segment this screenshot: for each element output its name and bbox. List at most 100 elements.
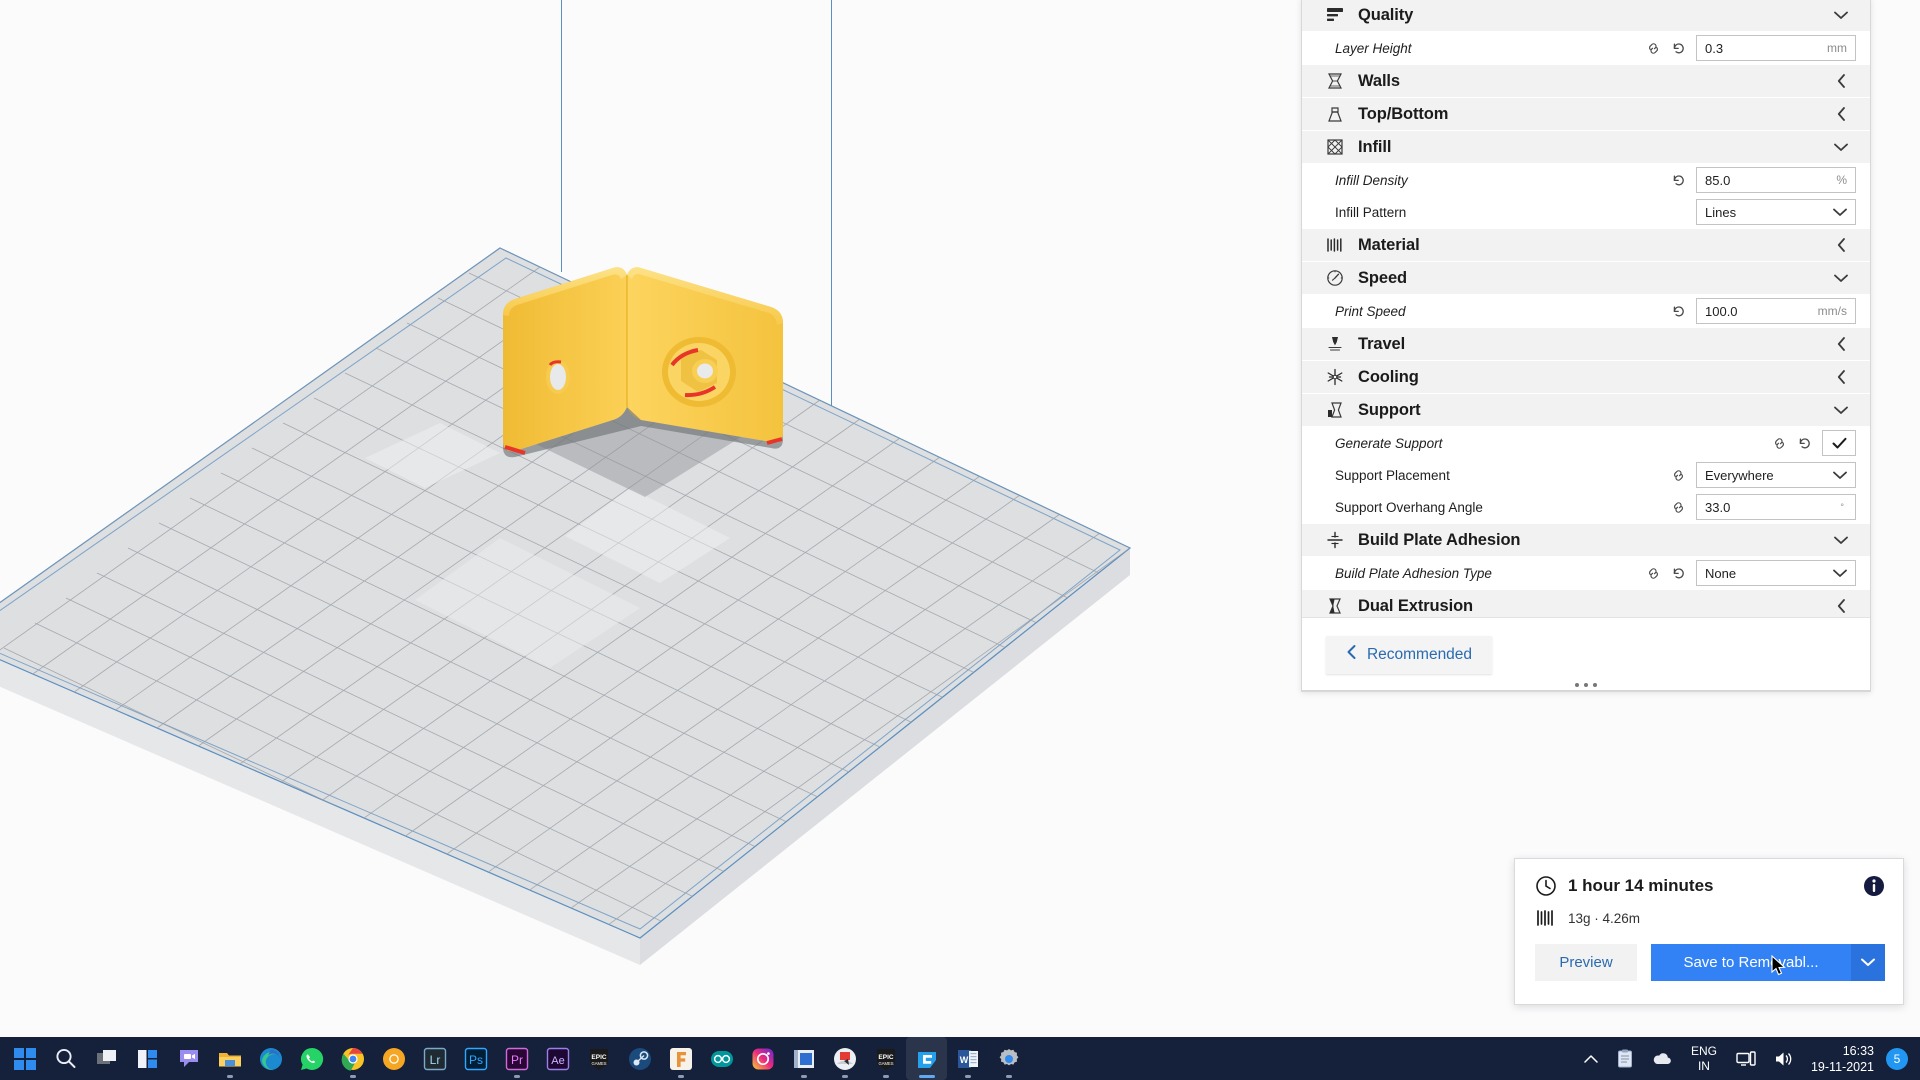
- revert-icon[interactable]: [1671, 566, 1686, 581]
- chevron-down-icon[interactable]: [1832, 531, 1850, 549]
- settings-category-material[interactable]: Material: [1302, 229, 1870, 261]
- taskbar-microsoft-edge-icon[interactable]: [250, 1037, 291, 1080]
- settings-category-build_plate_adhesion[interactable]: Build Plate Adhesion: [1302, 524, 1870, 556]
- setting-icons: [1646, 41, 1686, 56]
- revert-icon[interactable]: [1671, 41, 1686, 56]
- taskbar-task-view-icon[interactable]: [86, 1037, 127, 1080]
- l-bracket-model[interactable]: [495, 255, 805, 505]
- taskbar-search-icon[interactable]: [45, 1037, 86, 1080]
- save-to-removable-drive-button[interactable]: Save to Removabl...: [1651, 944, 1851, 981]
- taskbar-instagram-icon[interactable]: [742, 1037, 783, 1080]
- layer_height-value: 0.3: [1705, 40, 1724, 56]
- generate_support-checkbox[interactable]: [1822, 430, 1856, 456]
- infill_pattern-select[interactable]: Lines: [1696, 199, 1856, 225]
- link-icon[interactable]: [1772, 436, 1787, 451]
- tray-overflow-button[interactable]: [1575, 1037, 1607, 1080]
- chevron-down-icon[interactable]: [1832, 401, 1850, 419]
- save-options-dropdown-button[interactable]: [1851, 944, 1885, 981]
- setting-label: Layer Height: [1335, 40, 1412, 56]
- link-icon[interactable]: [1671, 468, 1686, 483]
- taskbar-ultimaker-cura-icon[interactable]: [906, 1037, 947, 1080]
- taskbar-adobe-after-effects-icon[interactable]: Ae: [537, 1037, 578, 1080]
- settings-scroll-area[interactable]: Quality Layer Height 0.3 mm Walls Top/Bottom I…: [1302, 0, 1870, 617]
- revert-icon[interactable]: [1671, 304, 1686, 319]
- clock-date-button[interactable]: 16:33 19-11-2021: [1803, 1043, 1886, 1075]
- taskbar-microsoft-word-icon[interactable]: W: [947, 1037, 988, 1080]
- taskbar-steam-icon[interactable]: [619, 1037, 660, 1080]
- material-usage-row: 13g · 4.26m: [1535, 908, 1885, 928]
- taskbar-whatsapp-icon[interactable]: [291, 1037, 332, 1080]
- svg-text:EPIC: EPIC: [878, 1054, 893, 1061]
- svg-text:Pr: Pr: [511, 1053, 523, 1067]
- revert-icon[interactable]: [1797, 436, 1812, 451]
- support_overhang_angle-input[interactable]: 33.0 °: [1696, 494, 1856, 520]
- layer_height-input[interactable]: 0.3 mm: [1696, 35, 1856, 61]
- volume-icon[interactable]: [1765, 1037, 1803, 1080]
- chevron-left-icon[interactable]: [1832, 105, 1850, 123]
- network-icon[interactable]: [1727, 1037, 1765, 1080]
- settings-category-dual_extrusion[interactable]: Dual Extrusion: [1302, 590, 1870, 617]
- tray-date: 19-11-2021: [1810, 1059, 1874, 1074]
- chevron-down-icon[interactable]: [1832, 138, 1850, 156]
- taskbar-fusion-360-icon[interactable]: [660, 1037, 701, 1080]
- settings-category-quality[interactable]: Quality: [1302, 0, 1870, 31]
- settings-category-top_bottom[interactable]: Top/Bottom: [1302, 98, 1870, 130]
- category-label: Top/Bottom: [1358, 104, 1449, 123]
- chevron-down-icon[interactable]: [1832, 269, 1850, 287]
- taskbar-epic-games-icon[interactable]: EPIC GAMES: [578, 1037, 619, 1080]
- taskbar-epic-games-launcher-icon[interactable]: EPIC GAMES: [865, 1037, 906, 1080]
- taskbar-movies-tv-icon[interactable]: [783, 1037, 824, 1080]
- onedrive-icon[interactable]: [1643, 1037, 1681, 1080]
- chevron-left-icon[interactable]: [1832, 335, 1850, 353]
- taskbar-chromium-icon[interactable]: [373, 1037, 414, 1080]
- taskbar-adobe-photoshop-icon[interactable]: Ps: [455, 1037, 496, 1080]
- setting-row-layer_height: Layer Height 0.3 mm: [1302, 32, 1870, 64]
- settings-category-support[interactable]: Support: [1302, 394, 1870, 426]
- chevron-left-icon[interactable]: [1832, 597, 1850, 615]
- setting-row-generate_support: Generate Support: [1302, 427, 1870, 459]
- infill-icon: [1322, 134, 1348, 160]
- taskbar-snipping-tool-icon[interactable]: [824, 1037, 865, 1080]
- notification-badge[interactable]: 5: [1886, 1047, 1908, 1070]
- preview-button[interactable]: Preview: [1535, 944, 1637, 981]
- taskbar-adobe-lightroom-icon[interactable]: Lr: [414, 1037, 455, 1080]
- chevron-left-icon[interactable]: [1832, 236, 1850, 254]
- job-action-buttons: Preview Save to Removabl...: [1535, 944, 1885, 981]
- taskbar-arduino-icon[interactable]: [701, 1037, 742, 1080]
- svg-text:GAMES: GAMES: [591, 1061, 606, 1066]
- chevron-left-icon[interactable]: [1832, 72, 1850, 90]
- recommended-label: Recommended: [1366, 645, 1473, 663]
- panel-resize-grip[interactable]: [1302, 678, 1870, 692]
- infill_density-input[interactable]: 85.0%: [1696, 167, 1856, 193]
- setting-label: Support Overhang Angle: [1335, 499, 1483, 515]
- link-icon[interactable]: [1646, 566, 1661, 581]
- taskbar-teams-chat-icon[interactable]: [168, 1037, 209, 1080]
- infill_density-unit: %: [1836, 173, 1847, 187]
- settings-category-cooling[interactable]: Cooling: [1302, 361, 1870, 393]
- revert-icon[interactable]: [1671, 173, 1686, 188]
- taskbar-adobe-premiere-icon[interactable]: Pr: [496, 1037, 537, 1080]
- link-icon[interactable]: [1671, 500, 1686, 515]
- taskbar-start-icon[interactable]: [4, 1037, 45, 1080]
- language-indicator[interactable]: ENG IN: [1681, 1044, 1727, 1074]
- taskbar-google-chrome-icon[interactable]: [332, 1037, 373, 1080]
- support_placement-select[interactable]: Everywhere: [1696, 462, 1856, 488]
- language-line-1: ENG: [1690, 1043, 1717, 1058]
- taskbar-widgets-icon[interactable]: [127, 1037, 168, 1080]
- taskbar-windows-settings-icon[interactable]: [988, 1037, 1029, 1080]
- settings-category-infill[interactable]: Infill: [1302, 131, 1870, 163]
- print_speed-input[interactable]: 100.0 mm/s: [1696, 298, 1856, 324]
- chevron-left-icon: [1346, 644, 1357, 665]
- info-icon[interactable]: [1863, 875, 1885, 897]
- adhesion_type-select[interactable]: None: [1696, 560, 1856, 586]
- settings-category-travel[interactable]: Travel: [1302, 328, 1870, 360]
- taskbar-file-explorer-icon[interactable]: [209, 1037, 250, 1080]
- link-icon[interactable]: [1646, 41, 1661, 56]
- chevron-left-icon[interactable]: [1832, 368, 1850, 386]
- chevron-down-icon[interactable]: [1832, 6, 1850, 24]
- recommended-mode-button[interactable]: Recommended: [1326, 635, 1492, 674]
- clipboard-icon[interactable]: [1607, 1037, 1643, 1080]
- settings-category-walls[interactable]: Walls: [1302, 65, 1870, 97]
- support_overhang_angle-unit: °: [1840, 502, 1844, 512]
- settings-category-speed[interactable]: Speed: [1302, 262, 1870, 294]
